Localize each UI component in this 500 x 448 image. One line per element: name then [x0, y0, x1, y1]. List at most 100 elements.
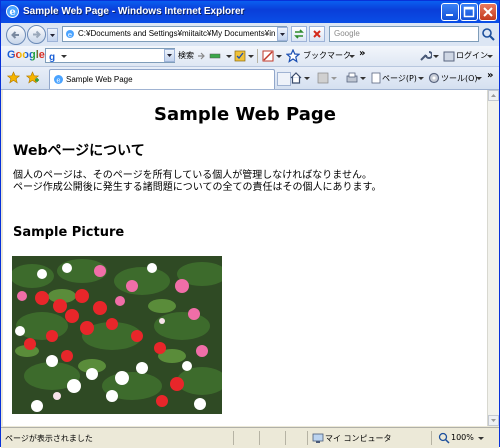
scroll-down-button[interactable] — [488, 415, 499, 426]
status-separator — [285, 431, 286, 445]
chevron-down-icon[interactable] — [475, 72, 483, 84]
back-button[interactable] — [6, 25, 26, 45]
chevron-down-icon[interactable] — [275, 50, 283, 62]
status-bar: ページが表示されました マイ コンピュータ 100% — [1, 427, 499, 448]
home-icon[interactable] — [289, 71, 303, 85]
page-icon: e — [54, 75, 63, 85]
paragraph-line-2: ページ作成公開後に発生する諸問題についての全ての責任はその個人にあります。 — [13, 182, 382, 193]
chevron-down-icon — [50, 34, 55, 37]
chevron-down-icon[interactable] — [432, 50, 440, 62]
scroll-up-button[interactable] — [488, 90, 499, 101]
status-text: ページが表示されました — [5, 434, 93, 443]
close-button[interactable] — [479, 3, 497, 21]
google-logo: Google — [7, 49, 45, 61]
zoom-level[interactable]: 100% — [451, 433, 474, 442]
chevron-down-icon[interactable] — [303, 72, 311, 84]
close-icon — [483, 7, 493, 17]
address-bar[interactable]: e C:¥Documents and Settings¥miitaitc¥My … — [62, 26, 287, 42]
stop-icon — [313, 30, 321, 38]
internet-explorer-icon: e — [6, 5, 19, 18]
refresh-icon — [294, 29, 304, 39]
chevron-down-icon — [61, 55, 67, 58]
spellcheck-icon[interactable] — [233, 49, 247, 63]
vertical-scrollbar[interactable] — [487, 90, 499, 426]
chevron-down-icon[interactable] — [477, 432, 485, 444]
section-title: Webページについて — [13, 143, 145, 159]
address-dropdown[interactable] — [277, 27, 288, 41]
login-icon[interactable] — [442, 49, 456, 63]
page-content: Sample Web Page Webページについて 個人のページは、そのページ… — [3, 90, 487, 426]
chevron-up-icon — [491, 94, 496, 97]
maximize-button[interactable] — [460, 3, 478, 21]
chevron-down-icon[interactable] — [359, 72, 367, 84]
page-icon: e — [66, 30, 74, 39]
refresh-button[interactable] — [291, 26, 307, 42]
print-icon[interactable] — [345, 71, 359, 85]
status-separator — [307, 431, 308, 445]
toolbar-more-button[interactable]: » — [359, 48, 365, 59]
command-bar-more-button[interactable]: » — [487, 70, 493, 81]
google-search-dropdown[interactable] — [164, 49, 175, 62]
search-placeholder: Google — [334, 29, 360, 38]
toolbar-separator — [257, 49, 258, 63]
title-bar[interactable]: e Sample Web Page - Windows Internet Exp… — [1, 1, 499, 23]
address-url: C:¥Documents and Settings¥miitaitc¥My Do… — [78, 29, 276, 38]
pagerank-icon[interactable] — [208, 49, 222, 63]
chevron-down-icon[interactable] — [247, 50, 255, 62]
forward-button[interactable] — [27, 25, 46, 44]
tab-sample-web-page[interactable]: e Sample Web Page — [49, 69, 275, 89]
login-button[interactable]: ログイン — [456, 50, 488, 61]
svg-text:e: e — [9, 7, 15, 18]
popup-blocker-icon[interactable] — [261, 49, 275, 63]
page-menu-button[interactable]: ページ(P) — [382, 73, 417, 84]
chevron-down-icon[interactable] — [330, 72, 338, 84]
zoom-icon[interactable] — [438, 432, 450, 444]
search-input[interactable]: Google — [329, 26, 479, 42]
google-toolbar: Google g 検索 ブックマーク » ログイン — [1, 46, 499, 67]
sample-picture — [12, 256, 222, 414]
bookmark-star-icon[interactable] — [286, 49, 300, 63]
status-separator — [431, 431, 432, 445]
feeds-icon[interactable] — [316, 71, 330, 85]
history-dropdown[interactable] — [47, 28, 58, 42]
favorites-star-icon[interactable] — [7, 71, 20, 84]
paragraph-line-1: 個人のページは、そのページを所有している個人が管理しなければなりません。 — [13, 170, 372, 181]
tab-row: e Sample Web Page ページ(P) ツール(O) » — [1, 67, 499, 90]
chevron-down-icon — [167, 54, 172, 57]
google-g-icon: g — [49, 52, 55, 62]
window-title: Sample Web Page - Windows Internet Explo… — [23, 6, 245, 17]
stop-button[interactable] — [309, 26, 325, 42]
address-row: e C:¥Documents and Settings¥miitaitc¥My … — [1, 23, 499, 46]
search-button[interactable] — [480, 26, 496, 42]
chevron-down-icon[interactable] — [225, 50, 233, 62]
chevron-down-icon — [280, 33, 285, 36]
chevron-down-icon[interactable] — [417, 72, 425, 84]
search-icon — [482, 28, 495, 41]
tools-gear-icon[interactable] — [427, 71, 441, 85]
back-arrow-icon — [11, 31, 19, 39]
minimize-icon — [446, 14, 453, 16]
chevron-down-icon[interactable] — [348, 50, 356, 62]
security-zone: マイ コンピュータ — [325, 434, 392, 443]
tab-label: Sample Web Page — [66, 75, 133, 84]
page-heading: Sample Web Page — [154, 104, 336, 125]
bookmarks-button[interactable]: ブックマーク — [303, 50, 351, 61]
wrench-icon[interactable] — [418, 49, 432, 63]
forward-arrow-icon — [33, 30, 41, 39]
page-menu-icon[interactable] — [370, 71, 382, 85]
add-favorites-icon[interactable] — [26, 71, 40, 84]
google-search-button[interactable]: 検索 — [178, 50, 194, 61]
picture-title: Sample Picture — [13, 225, 125, 240]
my-computer-icon — [312, 433, 324, 443]
google-search-input[interactable]: g — [45, 48, 175, 63]
chevron-down-icon — [491, 419, 496, 422]
tools-menu-button[interactable]: ツール(O) — [441, 73, 478, 84]
minimize-button[interactable] — [441, 3, 459, 21]
flowers-image — [12, 256, 222, 414]
status-separator — [233, 431, 234, 445]
chevron-down-icon[interactable] — [486, 50, 494, 62]
svg-text:e: e — [68, 31, 72, 39]
maximize-icon — [463, 6, 475, 18]
intro-paragraph: 個人のページは、そのページを所有している個人が管理しなければなりません。 ページ… — [13, 170, 382, 194]
arrow-icon[interactable] — [196, 50, 206, 62]
